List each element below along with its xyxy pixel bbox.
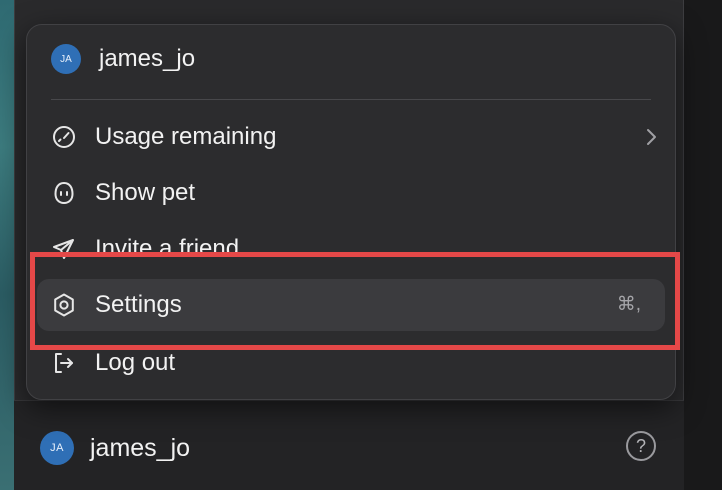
desktop-background [0,0,14,490]
menu-item-label: Invite a friend [95,235,240,262]
menu-item-log-out[interactable]: Log out [37,337,665,389]
window-edge [684,0,722,490]
menu-divider [51,99,651,100]
pet-icon [51,180,77,206]
menu-item-settings[interactable]: Settings ⌘, [37,279,665,331]
menu-item-label: Show pet [95,179,196,206]
menu-username: james_jo [99,45,196,72]
menu-user-header: JA james_jo [27,25,675,99]
footer-username: james_jo [90,434,191,462]
avatar: JA [40,431,74,465]
paper-plane-icon [51,236,77,262]
footer-user-bar[interactable]: JA james_jo ? [14,400,684,490]
gauge-icon [51,124,77,150]
account-menu: JA james_jo Usage remaining Show pet Inv… [26,24,676,400]
chevron-right-icon [639,125,663,149]
gear-icon [51,292,77,318]
menu-item-label: Usage remaining [95,123,277,150]
menu-item-label: Log out [95,349,176,376]
keyboard-shortcut: ⌘, [616,294,641,315]
menu-item-invite-a-friend[interactable]: Invite a friend [37,223,665,275]
menu-item-usage-remaining[interactable]: Usage remaining [37,111,665,163]
menu-item-label: Settings [95,291,182,318]
menu-item-show-pet[interactable]: Show pet [37,167,665,219]
logout-icon [51,350,77,376]
avatar: JA [51,44,81,74]
help-icon[interactable]: ? [626,431,656,461]
